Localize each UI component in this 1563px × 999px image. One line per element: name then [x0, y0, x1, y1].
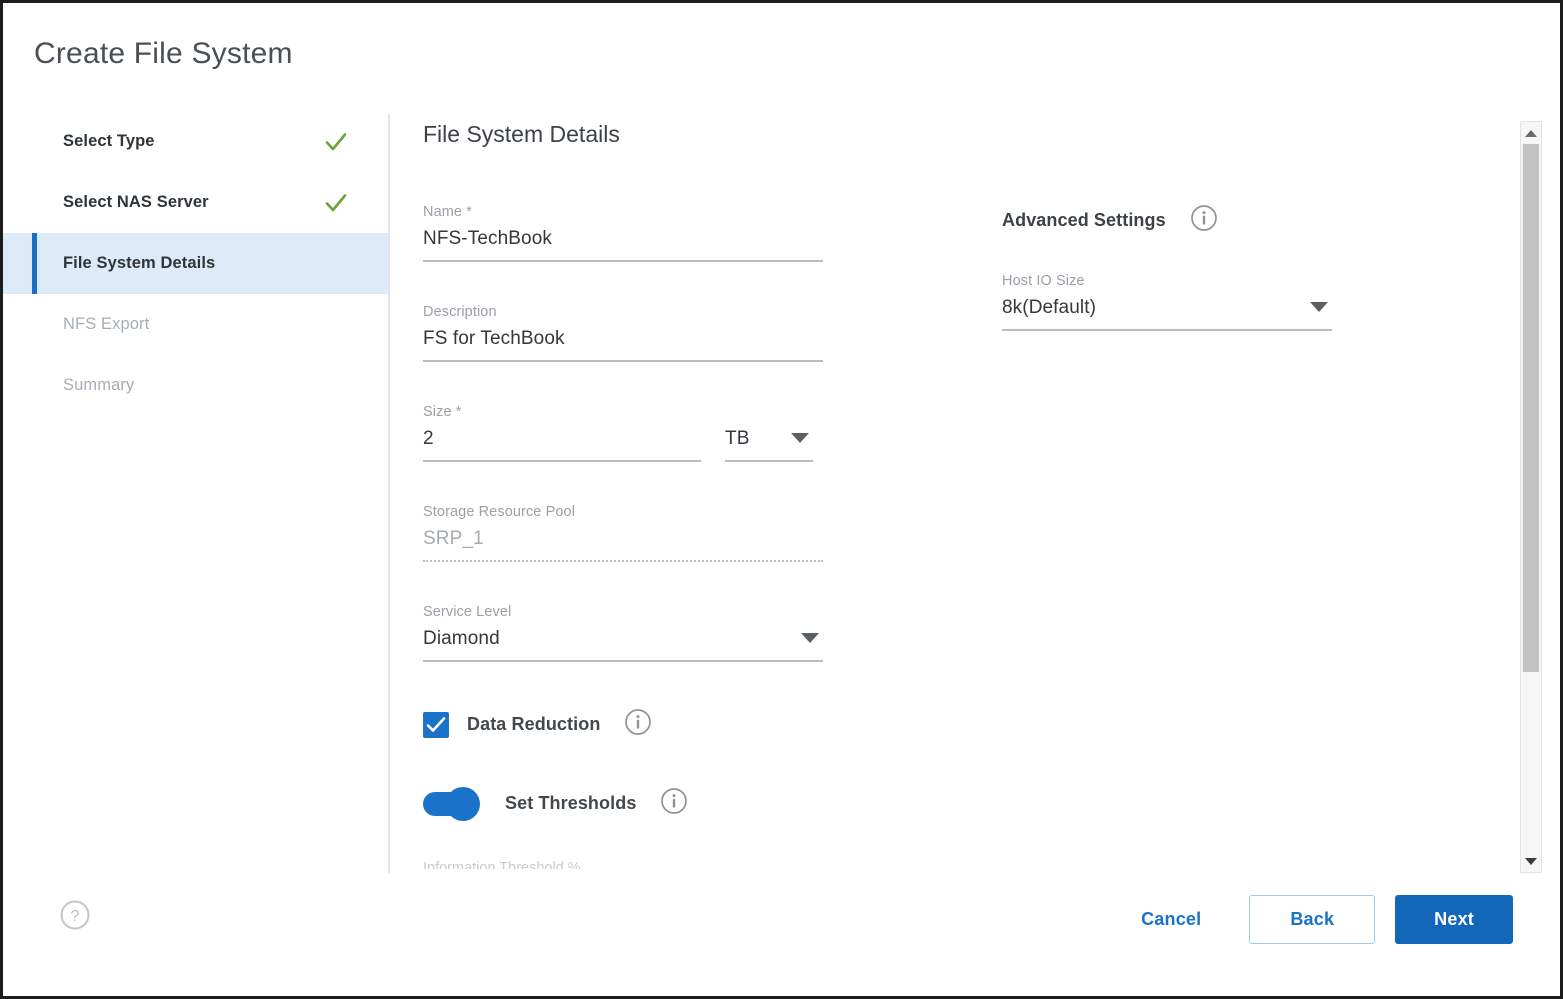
storage-resource-pool-label: Storage Resource Pool	[423, 504, 576, 520]
back-button[interactable]: Back	[1249, 895, 1376, 944]
chevron-down-icon	[1310, 301, 1328, 312]
info-icon[interactable]	[624, 708, 652, 741]
service-level-value: Diamond	[423, 628, 500, 649]
size-label: Size *	[423, 404, 462, 420]
check-icon	[324, 191, 348, 215]
name-input[interactable]: NFS-TechBook	[423, 228, 823, 262]
size-field: Size * 2 TB	[423, 404, 823, 462]
sidebar-item-label: File System Details	[63, 254, 216, 272]
description-input[interactable]: FS for TechBook	[423, 328, 823, 362]
advanced-settings-header: Advanced Settings	[1002, 204, 1332, 237]
sidebar-item-label: NFS Export	[63, 315, 150, 333]
create-file-system-dialog: Create File System Select Type Select NA…	[0, 0, 1563, 999]
size-unit-select[interactable]: TB	[725, 428, 813, 462]
info-icon[interactable]	[660, 787, 688, 820]
form-left-column: Name * NFS-TechBook Description FS for T…	[423, 204, 823, 869]
file-system-details-form: File System Details Name * NFS-TechBook …	[423, 121, 1480, 873]
set-thresholds-toggle[interactable]	[423, 786, 480, 821]
storage-resource-pool-field: Storage Resource Pool SRP_1	[423, 504, 823, 562]
sidebar-item-file-system-details[interactable]: File System Details	[3, 233, 388, 294]
size-unit-wrapper: TB	[725, 428, 813, 462]
data-reduction-checkbox[interactable]	[423, 711, 449, 738]
data-reduction-row: Data Reduction	[423, 708, 823, 741]
wizard-steps: Select Type Select NAS Server File Syste…	[3, 111, 388, 873]
service-level-select[interactable]: Diamond	[423, 628, 823, 662]
service-level-label: Service Level	[423, 604, 512, 620]
dialog-footer: ? Cancel Back Next	[3, 873, 1560, 996]
sidebar-divider	[388, 113, 390, 873]
host-io-size-select[interactable]: 8k(Default)	[1002, 297, 1332, 331]
set-thresholds-row: Set Thresholds	[423, 786, 823, 821]
host-io-size-value: 8k(Default)	[1002, 297, 1097, 318]
page-title: Create File System	[34, 37, 293, 70]
svg-text:?: ?	[71, 908, 80, 925]
sidebar-item-label: Select Type	[63, 132, 155, 150]
help-icon[interactable]: ?	[59, 899, 91, 936]
clipped-threshold-label: Information Threshold %	[423, 860, 581, 869]
host-io-size-field: Host IO Size 8k(Default)	[1002, 273, 1332, 331]
next-button[interactable]: Next	[1395, 895, 1513, 944]
storage-resource-pool-value: SRP_1	[423, 528, 823, 562]
data-reduction-label: Data Reduction	[467, 714, 601, 734]
scroll-down-arrow-icon[interactable]	[1521, 852, 1541, 870]
description-label: Description	[423, 304, 497, 320]
host-io-size-label: Host IO Size	[1002, 273, 1085, 289]
sidebar-item-select-nas-server[interactable]: Select NAS Server	[3, 172, 388, 233]
cancel-button[interactable]: Cancel	[1131, 897, 1211, 942]
sidebar-item-select-type[interactable]: Select Type	[3, 111, 388, 172]
size-unit-value: TB	[725, 428, 750, 449]
service-level-field: Service Level Diamond	[423, 604, 823, 662]
info-icon[interactable]	[1190, 204, 1218, 237]
scroll-up-arrow-icon[interactable]	[1521, 124, 1541, 142]
sidebar-item-nfs-export[interactable]: NFS Export	[3, 294, 388, 355]
name-label: Name *	[423, 204, 472, 220]
set-thresholds-label: Set Thresholds	[505, 793, 637, 813]
footer-actions: Cancel Back Next	[1131, 895, 1513, 944]
chevron-down-icon	[801, 632, 819, 643]
advanced-settings-title: Advanced Settings	[1002, 210, 1166, 230]
content-scrollbar[interactable]	[1520, 121, 1542, 873]
chevron-down-icon	[791, 432, 809, 443]
sidebar-item-label: Select NAS Server	[63, 193, 209, 211]
name-field: Name * NFS-TechBook	[423, 204, 823, 262]
size-input-wrapper: 2	[423, 428, 701, 462]
size-input[interactable]: 2	[423, 428, 701, 462]
form-right-column: Advanced Settings Host IO Size 8k(Defaul…	[1002, 204, 1332, 869]
check-icon	[324, 130, 348, 154]
sidebar-item-summary[interactable]: Summary	[3, 355, 388, 416]
sidebar-item-label: Summary	[63, 376, 135, 394]
description-field: Description FS for TechBook	[423, 304, 823, 362]
scrollbar-thumb[interactable]	[1523, 144, 1539, 672]
section-title: File System Details	[423, 121, 620, 147]
